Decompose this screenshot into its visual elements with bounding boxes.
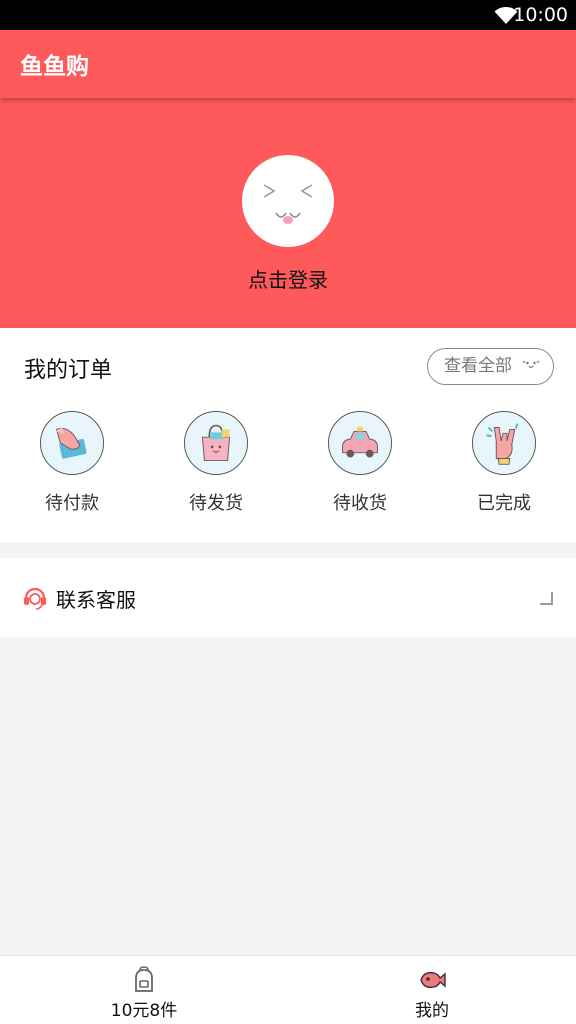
status-time: 10:00	[513, 4, 568, 26]
view-all-label: 查看全部	[444, 356, 512, 376]
avatar-face-icon	[263, 184, 313, 224]
order-pending-shipment-label: 待发货	[189, 493, 243, 514]
rock-hand-icon	[472, 411, 536, 475]
app-bar: 鱼鱼购	[0, 30, 576, 98]
order-pending-receipt[interactable]: 待收货	[310, 411, 410, 515]
shopping-bag-icon	[184, 411, 248, 475]
order-pending-receipt-label: 待收货	[333, 493, 387, 514]
nav-item-ten-yuan-eight[interactable]: 10元8件	[84, 956, 204, 1024]
payment-hand-icon	[40, 411, 104, 475]
delivery-car-icon	[328, 411, 392, 475]
order-pending-payment-label: 待付款	[45, 493, 99, 514]
bottom-navigation: 10元8件 我的	[0, 955, 576, 1024]
profile-header[interactable]: 点击登录	[0, 98, 576, 328]
order-completed-label: 已完成	[477, 493, 531, 514]
order-completed[interactable]: 已完成	[454, 411, 554, 515]
cute-face-icon	[522, 360, 540, 369]
my-orders-section: 我的订单 查看全部 待付款 待发货 待收货 已完成	[0, 328, 576, 542]
contact-service-row[interactable]: 联系客服	[0, 558, 576, 637]
nav-label-mine: 我的	[415, 1001, 449, 1021]
order-pending-payment[interactable]: 待付款	[22, 411, 122, 515]
order-pending-shipment[interactable]: 待发货	[166, 411, 266, 515]
nav-item-mine[interactable]: 我的	[372, 956, 492, 1024]
status-bar: 10:00	[0, 0, 576, 30]
backpack-icon	[135, 966, 153, 992]
view-all-orders-button[interactable]: 查看全部	[427, 348, 554, 385]
contact-service-label: 联系客服	[56, 588, 136, 612]
fish-icon	[420, 971, 446, 989]
my-orders-title: 我的订单	[24, 358, 113, 383]
nav-label-ten-yuan-eight: 10元8件	[110, 1001, 178, 1021]
app-title: 鱼鱼购	[20, 54, 89, 80]
headset-icon	[24, 587, 46, 610]
avatar[interactable]	[242, 155, 334, 247]
login-link[interactable]: 点击登录	[0, 264, 576, 293]
corner-arrow-icon	[540, 592, 553, 605]
